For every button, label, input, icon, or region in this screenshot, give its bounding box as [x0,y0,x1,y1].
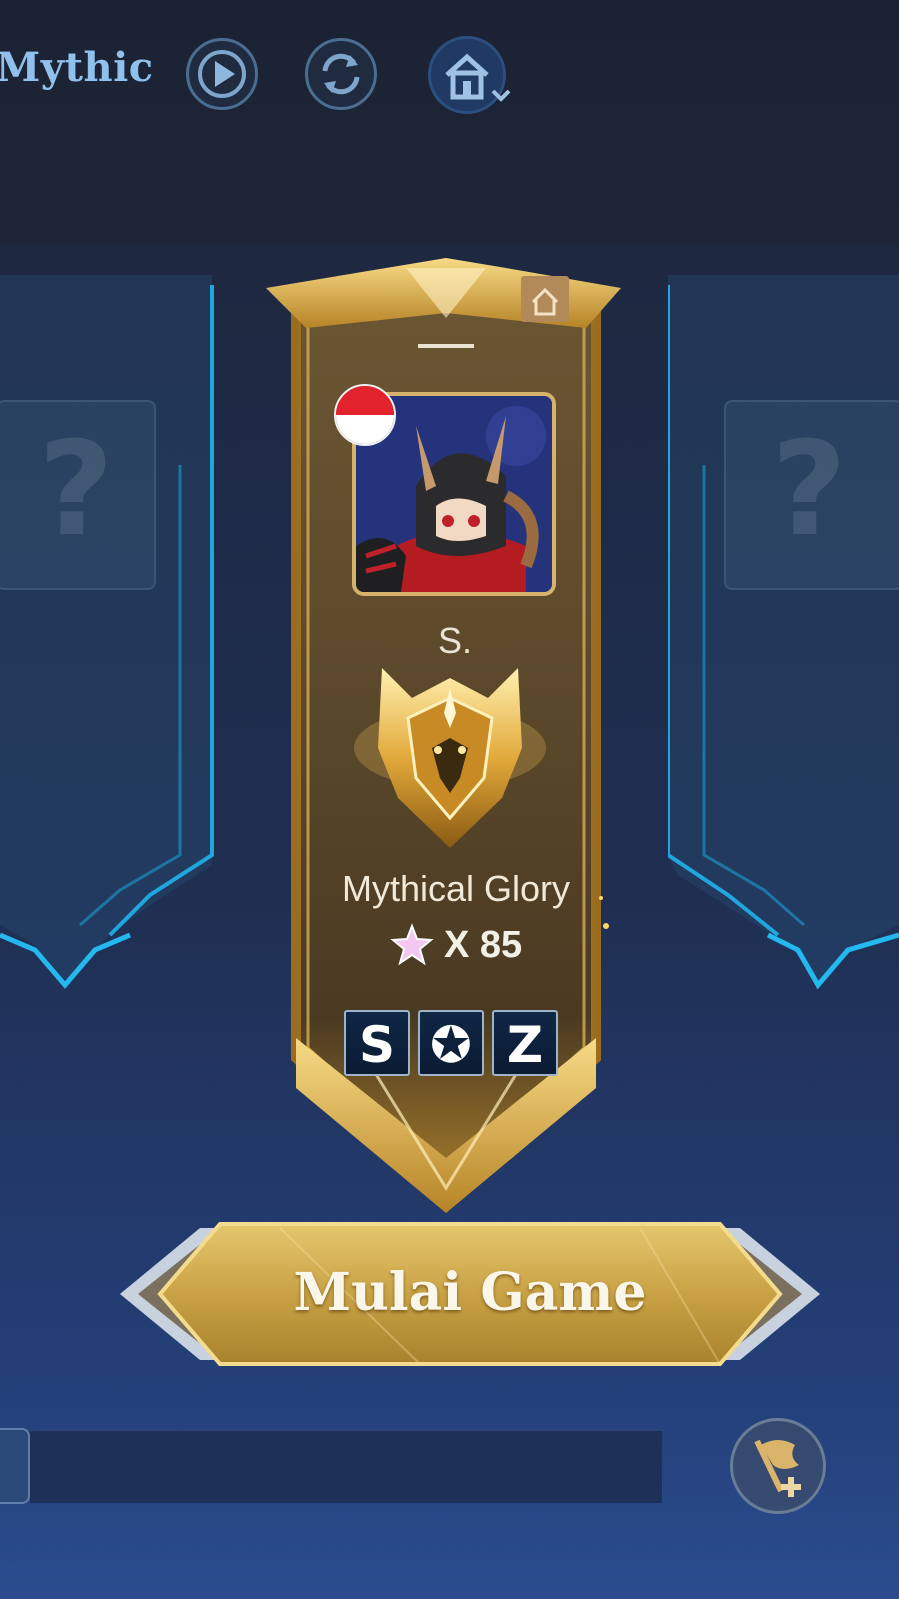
top-bar [0,0,899,245]
right-slot-frame [668,275,899,990]
mythical-glory-emblem-icon [352,658,548,858]
chat-input-bar[interactable] [30,1430,662,1503]
left-slot-placeholder: ? [38,413,114,565]
replay-button[interactable] [186,38,258,110]
chat-icon[interactable] [0,1428,30,1504]
right-slot-box: ? [724,400,899,590]
player-badges: S ✪ Z [344,1010,558,1076]
rank-name: Mythical Glory [341,868,571,909]
mode-title: Mythic [0,44,154,91]
star-count: X 85 [444,923,523,966]
left-teammate-slot[interactable]: ? [0,245,220,1005]
star-icon [390,923,434,966]
start-game-button[interactable]: Mulai Game [120,1218,820,1373]
refresh-button[interactable] [305,38,377,110]
invite-flag-button[interactable] [730,1418,826,1514]
play-icon [198,50,246,98]
indonesia-flag-icon [334,384,396,446]
z-badge-icon[interactable]: Z [492,1010,558,1076]
flag-plus-icon [754,1439,801,1497]
s-badge-icon[interactable]: S [344,1010,410,1076]
player-name: S. [437,620,472,661]
beast-badge-icon[interactable]: ✪ [418,1010,484,1076]
home-dropdown-button[interactable] [428,36,511,114]
start-game-label: Mulai Game [293,1262,647,1323]
left-slot-box: ? [0,400,156,590]
right-teammate-slot[interactable]: ? [668,245,899,1005]
home-dropdown-icon [445,53,511,102]
rank-stars: X 85 [390,920,522,970]
refresh-icon [322,53,360,95]
left-slot-frame [0,275,214,989]
right-slot-placeholder: ? [771,413,847,565]
